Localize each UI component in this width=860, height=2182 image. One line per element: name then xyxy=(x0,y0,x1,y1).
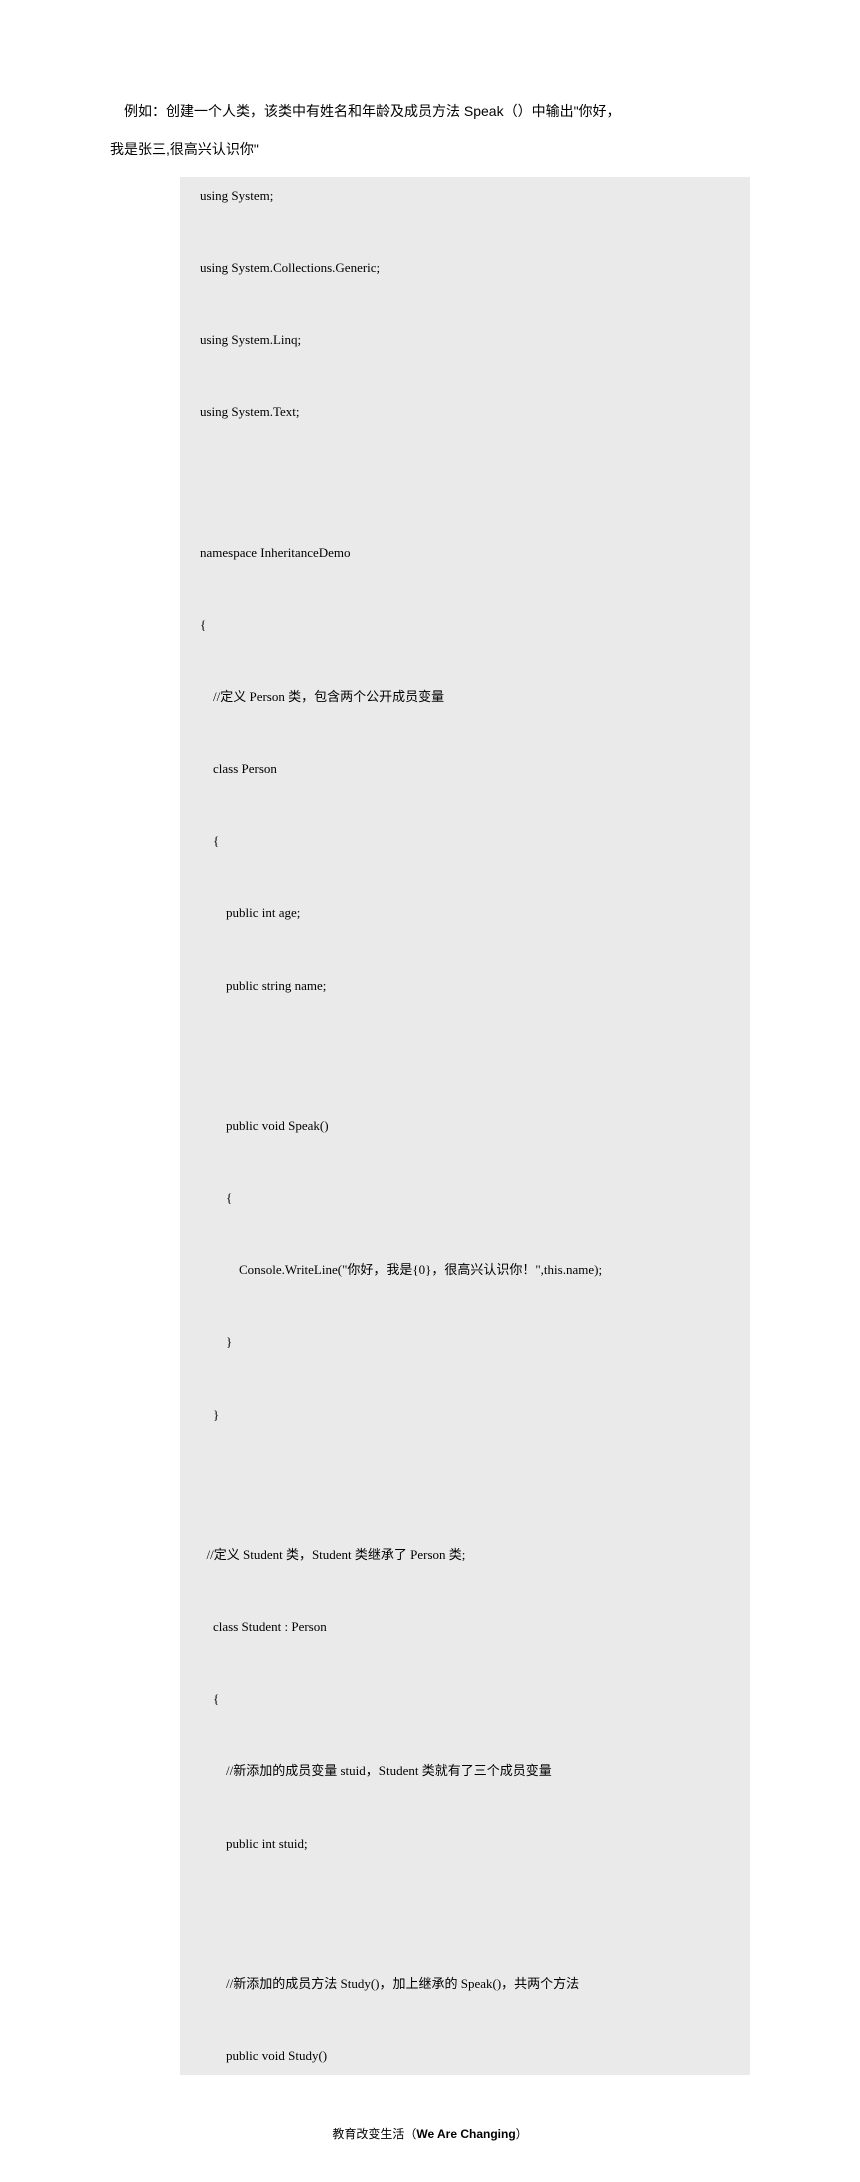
code-empty-line xyxy=(180,1468,750,1502)
footer-prefix: 教育改变生活（ xyxy=(332,2127,416,2141)
code-empty-line xyxy=(180,1863,750,1897)
code-empty-line xyxy=(180,860,750,894)
code-empty-line xyxy=(180,716,750,750)
code-empty-line xyxy=(180,1005,750,1039)
document-page: 例如：创建一个人类，该类中有姓名和年龄及成员方法 Speak（）中输出"你好， … xyxy=(0,0,860,2182)
code-empty-line xyxy=(180,215,750,249)
intro-text-line1: 例如：创建一个人类，该类中有姓名和年龄及成员方法 Speak（）中输出"你好， xyxy=(110,100,750,122)
code-line: Console.WriteLine("你好，我是{0}，很高兴认识你！",thi… xyxy=(180,1251,750,1289)
code-empty-line xyxy=(180,1434,750,1468)
code-line: { xyxy=(180,606,750,644)
code-empty-line xyxy=(180,933,750,967)
code-line: } xyxy=(180,1323,750,1361)
code-block: using System; using System.Collections.Ge… xyxy=(180,177,750,2075)
code-empty-line xyxy=(180,1574,750,1608)
code-empty-line xyxy=(180,1897,750,1931)
code-line: using System; xyxy=(180,177,750,215)
code-empty-line xyxy=(180,1073,750,1107)
code-empty-line xyxy=(180,359,750,393)
code-line: public void Speak() xyxy=(180,1107,750,1145)
code-empty-line xyxy=(180,1718,750,1752)
code-line: public int stuid; xyxy=(180,1825,750,1863)
code-line: using System.Text; xyxy=(180,393,750,431)
code-line: public void Study() xyxy=(180,2037,750,2075)
code-empty-line xyxy=(180,287,750,321)
code-empty-line xyxy=(180,1791,750,1825)
code-line: using System.Linq; xyxy=(180,321,750,359)
footer: 教育改变生活（We Are Changing） xyxy=(110,2125,750,2142)
code-empty-line xyxy=(180,1039,750,1073)
code-empty-line xyxy=(180,2003,750,2037)
code-empty-line xyxy=(180,1289,750,1323)
code-line: class Student : Person xyxy=(180,1608,750,1646)
code-empty-line xyxy=(180,1646,750,1680)
code-line: namespace InheritanceDemo xyxy=(180,534,750,572)
code-line: { xyxy=(180,1179,750,1217)
code-empty-line xyxy=(180,572,750,606)
code-line: { xyxy=(180,1680,750,1718)
code-line: } xyxy=(180,1396,750,1434)
code-line: { xyxy=(180,822,750,860)
code-line: //新添加的成员方法 Study()，加上继承的 Speak()，共两个方法 xyxy=(180,1965,750,2003)
code-empty-line xyxy=(180,1502,750,1536)
code-empty-line xyxy=(180,432,750,466)
code-empty-line xyxy=(180,1362,750,1396)
code-line: //定义 Person 类，包含两个公开成员变量 xyxy=(180,678,750,716)
code-empty-line xyxy=(180,1217,750,1251)
code-line: //定义 Student 类，Student 类继承了 Person 类; xyxy=(180,1536,750,1574)
code-empty-line xyxy=(180,500,750,534)
code-line: public string name; xyxy=(180,967,750,1005)
code-line: //新添加的成员变量 stuid，Student 类就有了三个成员变量 xyxy=(180,1752,750,1790)
code-empty-line xyxy=(180,1145,750,1179)
code-empty-line xyxy=(180,1931,750,1965)
footer-suffix: ） xyxy=(516,2127,528,2141)
code-line: public int age; xyxy=(180,894,750,932)
code-line: using System.Collections.Generic; xyxy=(180,249,750,287)
footer-bold: We Are Changing xyxy=(416,2127,515,2141)
code-line: class Person xyxy=(180,750,750,788)
code-empty-line xyxy=(180,644,750,678)
code-empty-line xyxy=(180,466,750,500)
intro-text-line2: 我是张三,很高兴认识你" xyxy=(110,138,750,160)
code-empty-line xyxy=(180,788,750,822)
